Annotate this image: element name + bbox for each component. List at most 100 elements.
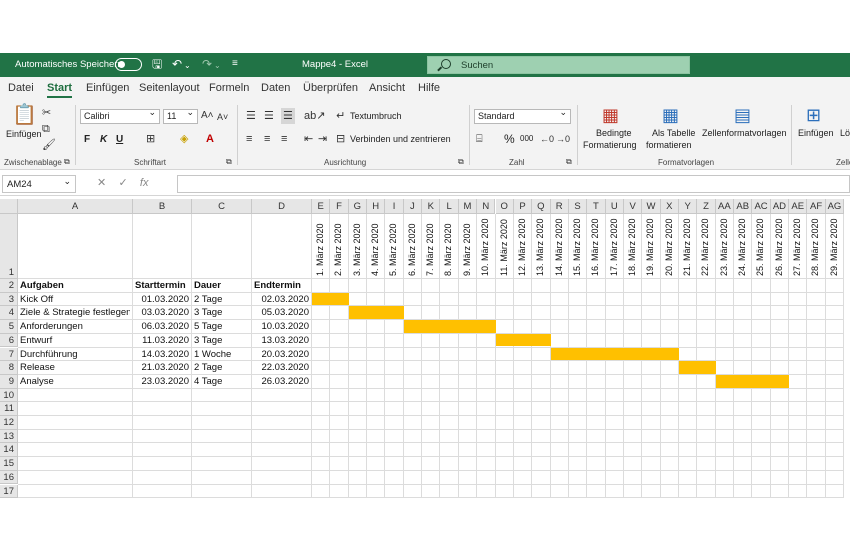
decrease-indent-icon[interactable]: ⇤ <box>304 133 313 145</box>
row-header-1[interactable]: 1 <box>0 214 18 279</box>
clipboard-launcher-icon[interactable]: ⧉ <box>64 156 70 168</box>
column-header-f[interactable]: F <box>330 199 349 214</box>
column-header-ac[interactable]: AC <box>752 199 771 214</box>
delete-cells-button[interactable]: Lösc <box>840 128 850 138</box>
align-right-icon[interactable]: ≡ <box>281 133 287 145</box>
search-box[interactable]: Suchen <box>427 56 690 74</box>
column-header-k[interactable]: K <box>422 199 441 214</box>
undo-icon[interactable]: ↶ <box>172 57 182 71</box>
copy-icon[interactable]: ⧉ <box>42 123 50 135</box>
align-center-icon[interactable]: ≡ <box>264 133 270 145</box>
underline-button[interactable]: U <box>116 134 123 145</box>
paste-icon[interactable]: 📋 <box>12 105 37 125</box>
alignment-launcher-icon[interactable]: ⧉ <box>458 156 464 168</box>
column-header-l[interactable]: L <box>440 199 459 214</box>
column-header-n[interactable]: N <box>477 199 496 214</box>
orientation-icon[interactable]: ab↗ <box>304 110 325 122</box>
fx-icon[interactable]: fx <box>140 177 149 189</box>
row-header-3[interactable]: 3 <box>0 292 18 307</box>
autosave-toggle[interactable] <box>115 58 142 71</box>
row-header-10[interactable]: 10 <box>0 388 18 403</box>
column-header-u[interactable]: U <box>605 199 624 214</box>
column-header-e[interactable]: E <box>312 199 331 214</box>
column-header-v[interactable]: V <box>623 199 643 214</box>
customize-toolbar-icon[interactable]: ≡ <box>232 57 238 71</box>
row-header-15[interactable]: 15 <box>0 457 18 471</box>
column-header-x[interactable]: X <box>660 199 679 214</box>
column-header-s[interactable]: S <box>568 199 588 214</box>
increase-decimal-icon[interactable]: ←0 <box>540 133 554 145</box>
conditional-formatting-label-2[interactable]: Formatierung <box>583 140 637 150</box>
column-header-ad[interactable]: AD <box>770 199 790 214</box>
row-header-14[interactable]: 14 <box>0 443 18 458</box>
merge-center-button[interactable]: Verbinden und zentrieren <box>350 134 451 144</box>
decrease-decimal-icon[interactable]: →0 <box>556 133 570 145</box>
tab-start[interactable]: Start <box>47 82 73 98</box>
cut-icon[interactable]: ✂ <box>42 107 51 119</box>
row-header-8[interactable]: 8 <box>0 361 18 375</box>
align-left-icon[interactable]: ≡ <box>246 133 252 145</box>
cell-styles-icon[interactable]: ▤ <box>734 106 751 124</box>
wrap-text-icon[interactable]: ↵ <box>336 110 345 122</box>
column-header-m[interactable]: M <box>458 199 478 214</box>
name-box[interactable]: AM24 <box>2 175 76 193</box>
tab-seitenlayout[interactable]: Seitenlayout <box>139 82 200 94</box>
italic-button[interactable]: K <box>100 134 107 145</box>
column-header-o[interactable]: O <box>495 199 514 214</box>
row-header-13[interactable]: 13 <box>0 429 18 444</box>
column-header-d[interactable]: D <box>252 199 312 214</box>
borders-icon[interactable]: ⊞ <box>146 133 155 145</box>
row-header-7[interactable]: 7 <box>0 347 18 362</box>
redo-icon[interactable]: ↷ <box>202 57 212 71</box>
align-bottom-icon[interactable]: ☰ <box>281 108 295 124</box>
column-header-ab[interactable]: AB <box>734 199 753 214</box>
column-header-p[interactable]: P <box>513 199 533 214</box>
merge-center-icon[interactable]: ⊟ <box>336 133 345 145</box>
number-launcher-icon[interactable]: ⧉ <box>566 156 572 168</box>
column-header-af[interactable]: AF <box>807 199 826 214</box>
column-header-g[interactable]: G <box>348 199 368 214</box>
format-as-table-label-1[interactable]: Als Tabelle <box>652 128 695 138</box>
tab-formeln[interactable]: Formeln <box>209 82 249 94</box>
column-header-q[interactable]: Q <box>532 199 551 214</box>
paste-button[interactable]: Einfügen <box>6 129 42 139</box>
percent-button[interactable]: % <box>504 132 515 146</box>
increase-indent-icon[interactable]: ⇥ <box>318 133 327 145</box>
column-header-aa[interactable]: AA <box>715 199 735 214</box>
column-header-a[interactable]: A <box>18 199 133 214</box>
row-header-2[interactable]: 2 <box>0 279 18 293</box>
font-color-icon[interactable]: A <box>206 133 214 145</box>
column-header-r[interactable]: R <box>550 199 569 214</box>
column-header-i[interactable]: I <box>385 199 404 214</box>
insert-cells-icon[interactable]: ⊞ <box>806 106 821 124</box>
tab-datei[interactable]: Datei <box>8 82 34 94</box>
tab-ansicht[interactable]: Ansicht <box>369 82 405 94</box>
column-header-w[interactable]: W <box>642 199 661 214</box>
row-header-6[interactable]: 6 <box>0 333 18 348</box>
conditional-formatting-label-1[interactable]: Bedingte <box>596 128 632 138</box>
save-icon[interactable]: 🖫 <box>152 57 162 71</box>
column-header-y[interactable]: Y <box>679 199 698 214</box>
format-as-table-label-2[interactable]: formatieren <box>646 140 692 150</box>
column-header-h[interactable]: H <box>367 199 386 214</box>
format-as-table-icon[interactable]: ▦ <box>662 106 679 124</box>
spreadsheet-grid[interactable]: A B C D E F G H I J K L M N O P Q R S T U V W X Y Z AA AB AC AD AE AF AG… <box>0 199 850 500</box>
row-header-11[interactable]: 11 <box>0 402 18 416</box>
bold-button[interactable]: F <box>84 134 90 145</box>
select-all-corner[interactable] <box>0 199 18 214</box>
tab-daten[interactable]: Daten <box>261 82 290 94</box>
format-painter-icon[interactable]: 🖌 <box>42 139 56 151</box>
fill-color-icon[interactable]: ◈ <box>180 133 188 145</box>
font-name-dropdown[interactable]: Calibri <box>80 107 160 124</box>
column-header-c[interactable]: C <box>192 199 252 214</box>
column-header-t[interactable]: T <box>587 199 606 214</box>
insert-cells-button[interactable]: Einfügen <box>798 128 834 138</box>
column-header-j[interactable]: J <box>403 199 423 214</box>
number-format-dropdown[interactable]: Standard <box>474 107 571 124</box>
column-header-ag[interactable]: AG <box>825 199 845 214</box>
wrap-text-button[interactable]: Textumbruch <box>350 111 402 121</box>
tab-ueberpruefen[interactable]: Überprüfen <box>303 82 358 94</box>
font-launcher-icon[interactable]: ⧉ <box>226 156 232 168</box>
cell-styles-button[interactable]: Zellenformatvorlagen <box>702 128 787 138</box>
tab-hilfe[interactable]: Hilfe <box>418 82 440 94</box>
